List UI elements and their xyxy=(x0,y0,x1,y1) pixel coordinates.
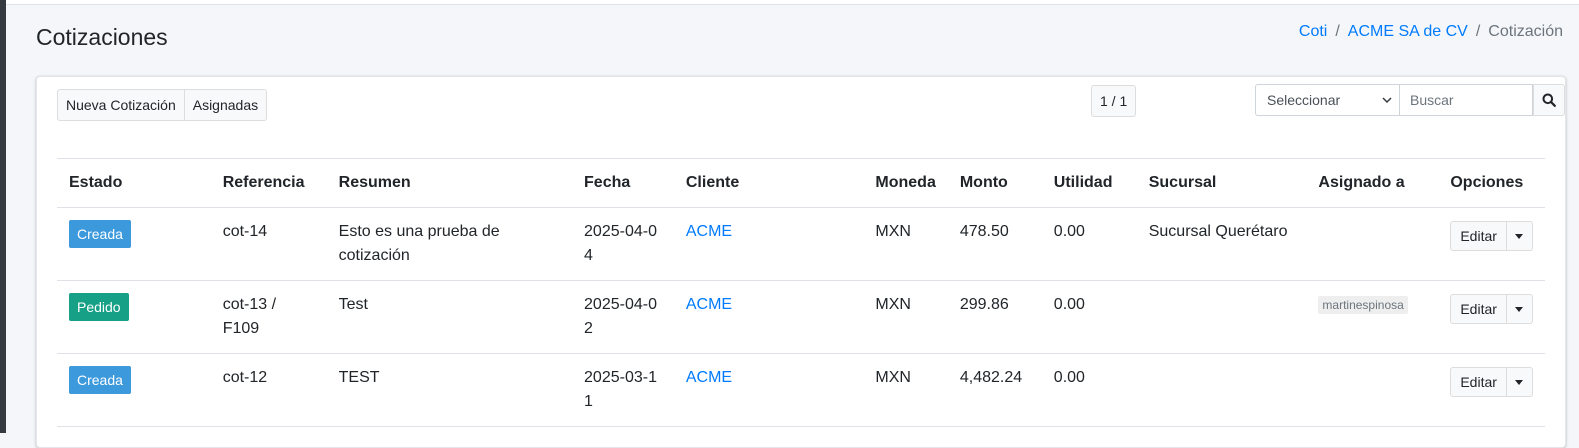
amount-cell: 299.86 xyxy=(947,280,1042,354)
row-options: Editar xyxy=(1450,294,1533,324)
search-input[interactable] xyxy=(1400,84,1533,116)
column-header-monto[interactable]: Monto xyxy=(947,158,1042,208)
pagination-indicator[interactable]: 1 / 1 xyxy=(1091,85,1137,117)
edit-button[interactable]: Editar xyxy=(1450,221,1507,251)
column-header-asignado[interactable]: Asignado a xyxy=(1306,158,1439,208)
filter-select-value: Seleccionar xyxy=(1267,92,1341,108)
breadcrumb: Coti / ACME SA de CV / Cotización xyxy=(1299,23,1563,41)
branch-cell: Sucursal Querétaro xyxy=(1136,207,1307,281)
breadcrumb-link-company[interactable]: ACME SA de CV xyxy=(1348,23,1468,41)
status-badge: Creada xyxy=(69,220,131,248)
quotes-card: Nueva Cotización Asignadas 1 / 1 Selecci… xyxy=(36,76,1566,448)
column-header-resumen[interactable]: Resumen xyxy=(326,158,573,208)
filter-select[interactable]: Seleccionar xyxy=(1255,84,1400,116)
column-header-estado[interactable]: Estado xyxy=(57,158,211,208)
summary-cell: TEST xyxy=(326,353,573,427)
breadcrumb-current: Cotización xyxy=(1488,23,1563,40)
caret-down-icon xyxy=(1515,233,1524,239)
search-icon xyxy=(1542,93,1556,107)
row-options: Editar xyxy=(1450,221,1533,251)
top-navbar-edge xyxy=(6,0,1579,5)
column-header-referencia[interactable]: Referencia xyxy=(210,158,327,208)
status-badge: Pedido xyxy=(69,293,129,321)
edit-button[interactable]: Editar xyxy=(1450,367,1507,397)
options-dropdown-toggle[interactable] xyxy=(1506,294,1533,324)
profit-cell: 0.00 xyxy=(1041,353,1137,427)
branch-cell xyxy=(1136,280,1307,354)
assigned-user-tag: martinespinosa xyxy=(1318,296,1408,314)
date-cell: 2025-03-11 xyxy=(572,353,674,427)
column-header-opciones: Opciones xyxy=(1438,158,1545,208)
column-header-sucursal[interactable]: Sucursal xyxy=(1136,158,1307,208)
breadcrumb-separator: / xyxy=(1335,23,1340,40)
client-link[interactable]: ACME xyxy=(686,223,732,240)
assigned-cell: martinespinosa xyxy=(1306,280,1439,354)
profit-cell: 0.00 xyxy=(1041,207,1137,281)
action-button-group: Nueva Cotización Asignadas xyxy=(57,89,268,121)
quotes-table: Estado Referencia Resumen Fecha Cliente … xyxy=(57,158,1545,427)
summary-cell: Test xyxy=(326,280,573,354)
reference-cell: cot-14 xyxy=(210,207,327,281)
breadcrumb-link-coti[interactable]: Coti xyxy=(1299,23,1327,41)
client-link[interactable]: ACME xyxy=(686,369,732,386)
search-button[interactable] xyxy=(1533,84,1565,116)
column-header-moneda[interactable]: Moneda xyxy=(863,158,948,208)
status-badge: Creada xyxy=(69,366,131,394)
reference-cell: cot-12 xyxy=(210,353,327,427)
currency-cell: MXN xyxy=(863,280,948,354)
caret-down-icon xyxy=(1515,306,1524,312)
assigned-cell xyxy=(1306,207,1439,281)
client-link[interactable]: ACME xyxy=(686,296,732,313)
options-dropdown-toggle[interactable] xyxy=(1506,367,1533,397)
date-cell: 2025-04-02 xyxy=(572,280,674,354)
branch-cell xyxy=(1136,353,1307,427)
column-header-utilidad[interactable]: Utilidad xyxy=(1041,158,1137,208)
edit-button[interactable]: Editar xyxy=(1450,294,1507,324)
caret-down-icon xyxy=(1515,379,1524,385)
page-title: Cotizaciones xyxy=(36,24,168,50)
table-header-row: Estado Referencia Resumen Fecha Cliente … xyxy=(57,158,1545,208)
table-row: Creada cot-12 TEST 2025-03-11 ACME MXN 4… xyxy=(57,353,1545,427)
row-options: Editar xyxy=(1450,367,1533,397)
currency-cell: MXN xyxy=(863,207,948,281)
column-header-fecha[interactable]: Fecha xyxy=(572,158,674,208)
currency-cell: MXN xyxy=(863,353,948,427)
date-cell: 2025-04-04 xyxy=(572,207,674,281)
new-quote-button[interactable]: Nueva Cotización xyxy=(57,89,185,121)
amount-cell: 4,482.24 xyxy=(947,353,1042,427)
search-bar: Seleccionar xyxy=(1255,84,1565,116)
breadcrumb-separator: / xyxy=(1475,23,1481,40)
options-dropdown-toggle[interactable] xyxy=(1506,221,1533,251)
profit-cell: 0.00 xyxy=(1041,280,1137,354)
assigned-cell xyxy=(1306,353,1439,427)
amount-cell: 478.50 xyxy=(947,207,1042,281)
column-header-cliente[interactable]: Cliente xyxy=(673,158,864,208)
reference-cell: cot-13 / F109 xyxy=(210,280,327,354)
table-row: Creada cot-14 Esto es una prueba de coti… xyxy=(57,207,1545,281)
assigned-button[interactable]: Asignadas xyxy=(184,89,268,121)
table-row: Pedido cot-13 / F109 Test 2025-04-02 ACM… xyxy=(57,280,1545,354)
sidebar-edge xyxy=(0,0,6,433)
summary-cell: Esto es una prueba de cotización xyxy=(326,207,573,281)
chevron-down-icon xyxy=(1382,97,1392,104)
